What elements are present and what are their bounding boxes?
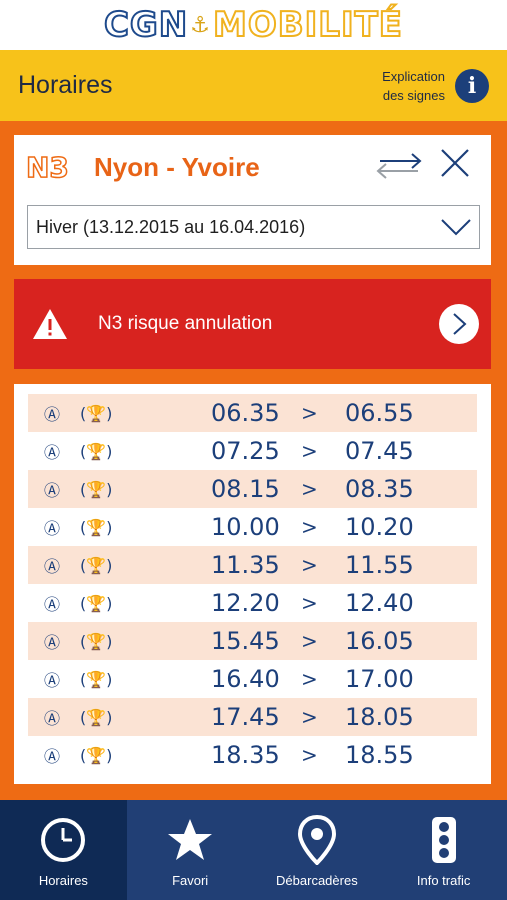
trophy-icon: (🏆) (80, 631, 113, 651)
legend-label-line1: Explication (382, 68, 445, 84)
symbol-a-icon: Ⓐ (44, 595, 61, 614)
nav-item-horaires[interactable]: Horaires (0, 800, 127, 900)
bottom-nav: Horaires Favori Débarcadères Info trafic (0, 800, 507, 900)
arrival-time: 16.05 (345, 627, 414, 655)
departure-time: 10.00 (211, 513, 280, 541)
arrival-time: 11.55 (345, 551, 414, 579)
map-pin-icon (292, 815, 342, 865)
table-row[interactable]: Ⓐ (🏆) 17.45 >18.05 (28, 698, 477, 736)
trophy-icon: (🏆) (80, 517, 113, 537)
arrival-time: 10.20 (345, 513, 414, 541)
table-row[interactable]: Ⓐ (🏆) 18.35 >18.55 (28, 736, 477, 774)
route-card: N3 Nyon - Yvoire Hiver (13.12.2015 au 16… (14, 135, 491, 265)
table-row[interactable]: Ⓐ (🏆) 11.35 >11.55 (28, 546, 477, 584)
arrival-time: 18.55 (345, 741, 414, 769)
swap-direction-icon[interactable] (374, 151, 424, 181)
table-row[interactable]: Ⓐ (🏆) 12.20 >12.40 (28, 584, 477, 622)
clock-icon (38, 815, 88, 865)
legend-label-line2: des signes (382, 87, 445, 103)
alert-open-button[interactable] (439, 304, 479, 344)
symbol-a-icon: Ⓐ (44, 405, 61, 424)
departure-time: 17.45 (211, 703, 280, 731)
nav-item-debarcaderes[interactable]: Débarcadères (254, 800, 381, 900)
departure-time: 11.35 (211, 551, 280, 579)
trophy-icon: (🏆) (80, 593, 113, 613)
brand-logo-mobilite: MOBILITÉ (212, 4, 404, 46)
season-value: Hiver (13.12.2015 au 16.04.2016) (36, 216, 306, 237)
time-separator: > (301, 515, 318, 539)
brand-bar: CGN ⚓ MOBILITÉ (0, 0, 507, 50)
nav-label: Débarcadères (276, 873, 358, 888)
trophy-icon: (🏆) (80, 441, 113, 461)
arrival-time: 18.05 (345, 703, 414, 731)
departure-time: 18.35 (211, 741, 280, 769)
page-title: Horaires (18, 71, 113, 99)
departure-time: 12.20 (211, 589, 280, 617)
brand-logo-cgn: CGN (103, 4, 189, 46)
legend-label: Explication des signes (382, 67, 445, 105)
departure-time: 15.45 (211, 627, 280, 655)
time-separator: > (301, 705, 318, 729)
trophy-icon: (🏆) (80, 403, 113, 423)
traffic-light-icon (419, 815, 469, 865)
chevron-down-icon (441, 219, 471, 236)
table-row[interactable]: Ⓐ (🏆) 16.40 >17.00 (28, 660, 477, 698)
star-icon (165, 815, 215, 865)
symbol-a-icon: Ⓐ (44, 519, 61, 538)
table-row[interactable]: Ⓐ (🏆) 06.35 >06.55 (28, 394, 477, 432)
timetable: Ⓐ (🏆) 06.35 >06.55 Ⓐ (🏆) 07.25 >07.45 Ⓐ (🏆) 08.15 >… (14, 384, 491, 784)
time-separator: > (301, 743, 318, 767)
arrival-time: 06.55 (345, 399, 414, 427)
time-separator: > (301, 591, 318, 615)
alert-text: N3 risque annulation (98, 313, 273, 334)
time-separator: > (301, 629, 318, 653)
line-badge: N3 (25, 150, 69, 185)
departure-time: 06.35 (211, 399, 280, 427)
time-separator: > (301, 667, 318, 691)
anchor-icon: ⚓ (190, 12, 211, 38)
route-name: Nyon - Yvoire (94, 152, 260, 182)
symbol-a-icon: Ⓐ (44, 633, 61, 652)
trophy-icon: (🏆) (80, 479, 113, 499)
symbol-a-icon: Ⓐ (44, 709, 61, 728)
legend-link[interactable]: Explication des signes i (382, 67, 489, 105)
nav-item-info-trafic[interactable]: Info trafic (380, 800, 507, 900)
trophy-icon: (🏆) (80, 745, 113, 765)
chevron-right-icon (453, 313, 467, 335)
close-icon[interactable] (439, 147, 471, 179)
nav-item-favori[interactable]: Favori (127, 800, 254, 900)
nav-label: Favori (172, 873, 209, 888)
trophy-icon: (🏆) (80, 707, 113, 727)
departure-time: 07.25 (211, 437, 280, 465)
nav-label: Info trafic (416, 873, 471, 888)
time-separator: > (301, 477, 318, 501)
trophy-icon: (🏆) (80, 669, 113, 689)
brand-logo: CGN ⚓ MOBILITÉ (103, 4, 404, 46)
time-separator: > (301, 439, 318, 463)
symbol-a-icon: Ⓐ (44, 443, 61, 462)
table-row[interactable]: Ⓐ (🏆) 15.45 >16.05 (28, 622, 477, 660)
symbol-a-icon: Ⓐ (44, 557, 61, 576)
nav-label: Horaires (38, 873, 88, 888)
arrival-time: 17.00 (345, 665, 414, 693)
info-icon[interactable]: i (455, 68, 489, 103)
page-header: Horaires Explication des signes i (0, 50, 507, 121)
arrival-time: 08.35 (345, 475, 414, 503)
table-row[interactable]: Ⓐ (🏆) 08.15 >08.35 (28, 470, 477, 508)
table-row[interactable]: Ⓐ (🏆) 10.00 >10.20 (28, 508, 477, 546)
departure-time: 16.40 (211, 665, 280, 693)
time-separator: > (301, 553, 318, 577)
symbol-a-icon: Ⓐ (44, 481, 61, 500)
arrival-time: 12.40 (345, 589, 414, 617)
symbol-a-icon: Ⓐ (44, 671, 61, 690)
time-separator: > (301, 401, 318, 425)
table-row[interactable]: Ⓐ (🏆) 07.25 >07.45 (28, 432, 477, 470)
alert-banner[interactable]: N3 risque annulation (14, 279, 491, 369)
season-select[interactable]: Hiver (13.12.2015 au 16.04.2016) (27, 205, 480, 249)
warning-icon (33, 309, 67, 339)
departure-time: 08.15 (211, 475, 280, 503)
symbol-a-icon: Ⓐ (44, 747, 61, 766)
trophy-icon: (🏆) (80, 555, 113, 575)
arrival-time: 07.45 (345, 437, 414, 465)
